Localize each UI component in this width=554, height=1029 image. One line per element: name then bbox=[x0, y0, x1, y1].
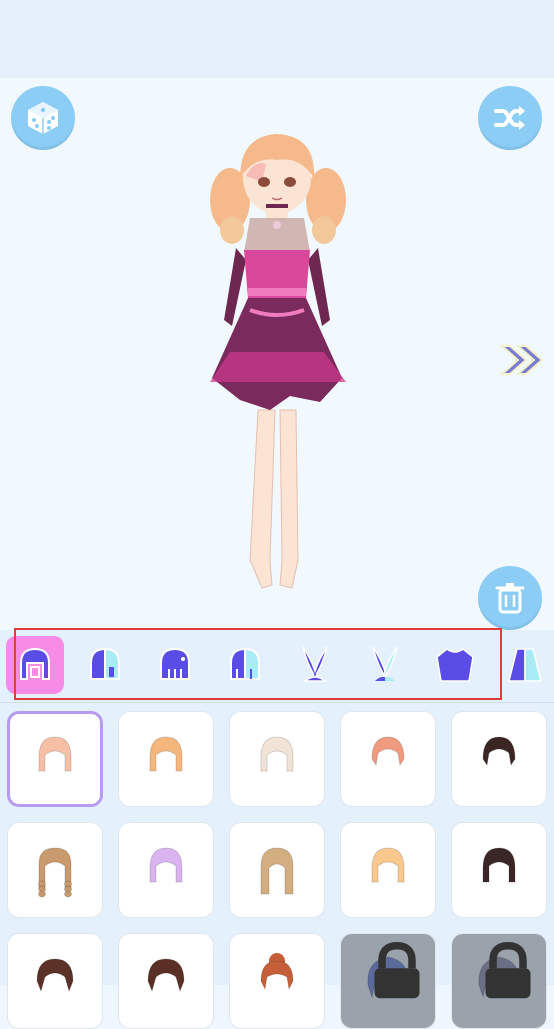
dice-icon bbox=[28, 102, 58, 134]
hair-item[interactable] bbox=[451, 933, 547, 1029]
double-chevron-right-icon[interactable] bbox=[498, 342, 548, 378]
hair-style-icon bbox=[149, 847, 183, 883]
hair-item[interactable] bbox=[229, 711, 325, 807]
hair-style-icon bbox=[147, 958, 185, 993]
hair-item[interactable] bbox=[340, 711, 436, 807]
random-button[interactable] bbox=[11, 86, 75, 150]
category-tab-bar bbox=[0, 630, 554, 702]
hair-item[interactable] bbox=[118, 933, 214, 1029]
outfit-partial-icon bbox=[508, 648, 542, 682]
bunny-ears-icon bbox=[302, 646, 328, 682]
shuffle-button[interactable] bbox=[478, 86, 542, 150]
tab-hair-back-half[interactable] bbox=[216, 636, 274, 694]
lock-icon bbox=[374, 942, 420, 999]
trash-icon bbox=[495, 583, 525, 614]
hair-item[interactable] bbox=[7, 711, 103, 807]
hair-item[interactable] bbox=[340, 933, 436, 1029]
delete-button[interactable] bbox=[478, 566, 542, 630]
hair-item[interactable] bbox=[229, 822, 325, 918]
tab-hair-back[interactable] bbox=[146, 636, 204, 694]
hair-style-icon bbox=[371, 847, 405, 883]
hair-back-icon bbox=[160, 647, 190, 680]
hair-half-icon bbox=[90, 647, 120, 680]
hair-style-icon bbox=[371, 736, 405, 767]
hair-style-icon bbox=[260, 953, 294, 991]
tab-bunny-ears-half[interactable] bbox=[356, 636, 414, 694]
hair-style-icon bbox=[149, 736, 183, 772]
top-status-area bbox=[0, 0, 554, 78]
hair-item[interactable] bbox=[340, 822, 436, 918]
top-shirt-icon bbox=[436, 648, 474, 682]
hair-style-icon bbox=[38, 736, 72, 772]
hair-item[interactable] bbox=[7, 822, 103, 918]
hair-item-grid bbox=[0, 702, 554, 1029]
bunny-ears-half-icon bbox=[372, 646, 398, 682]
hair-style-icon bbox=[36, 958, 74, 993]
tab-tops[interactable] bbox=[426, 636, 484, 694]
character-avatar[interactable] bbox=[170, 120, 384, 600]
hair-item[interactable] bbox=[229, 933, 325, 1029]
lock-icon bbox=[485, 942, 531, 999]
tab-bunny-ears[interactable] bbox=[286, 636, 344, 694]
tab-hair-half[interactable] bbox=[76, 636, 134, 694]
tab-outfit-partial[interactable] bbox=[496, 636, 554, 694]
hair-back-half-icon bbox=[230, 647, 260, 680]
tab-hair-front[interactable] bbox=[6, 636, 64, 694]
hair-style-icon bbox=[38, 847, 72, 898]
hair-front-icon bbox=[20, 647, 50, 680]
hair-style-icon bbox=[482, 847, 516, 883]
hair-style-icon bbox=[260, 736, 294, 772]
hair-style-icon bbox=[260, 847, 294, 895]
hair-item[interactable] bbox=[118, 711, 214, 807]
hair-item[interactable] bbox=[451, 822, 547, 918]
shuffle-icon bbox=[494, 106, 525, 130]
hair-style-icon bbox=[482, 736, 516, 767]
hair-item[interactable] bbox=[118, 822, 214, 918]
hair-item[interactable] bbox=[451, 711, 547, 807]
hair-item[interactable] bbox=[7, 933, 103, 1029]
